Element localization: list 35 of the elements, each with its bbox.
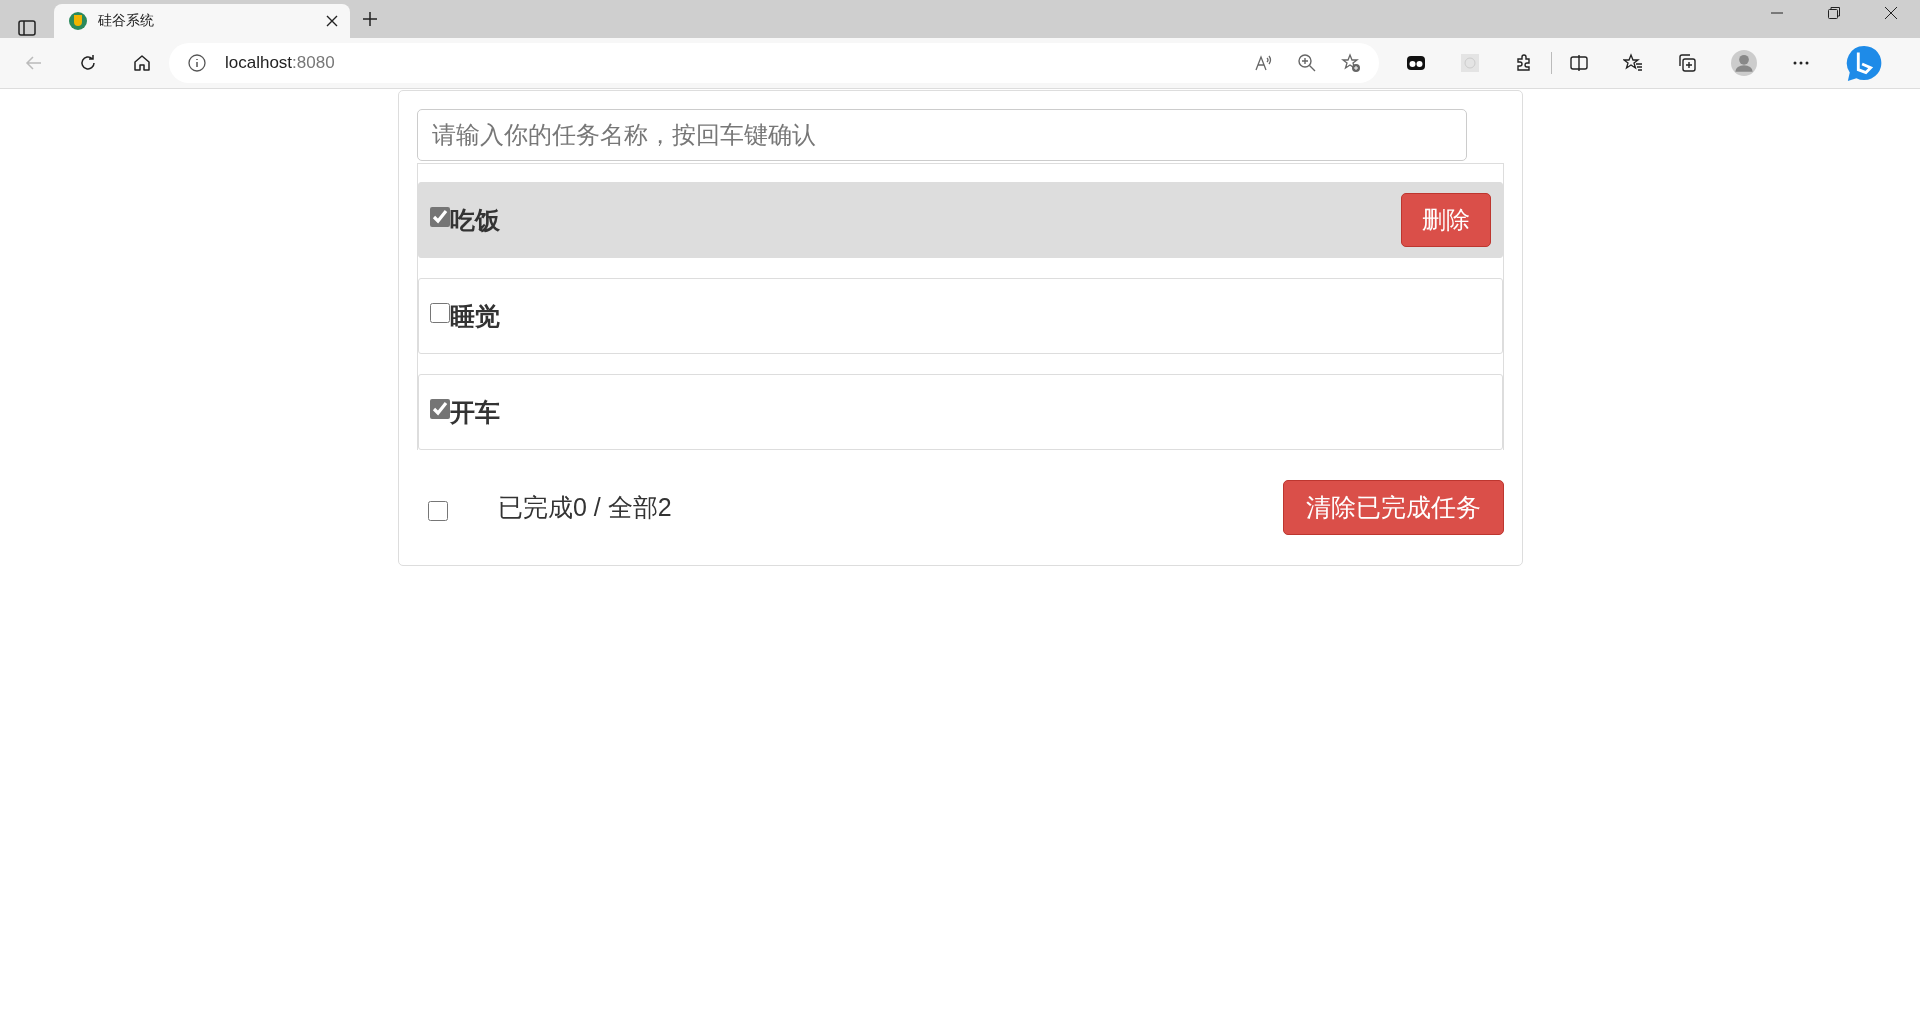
restore-icon[interactable]	[1828, 6, 1840, 19]
sidebar-icon[interactable]	[17, 18, 37, 38]
todo-title: 睡觉	[450, 300, 501, 332]
chat-bubble-icon[interactable]	[1845, 44, 1883, 82]
split-screen-icon[interactable]	[1569, 53, 1589, 73]
close-icon[interactable]	[1885, 6, 1897, 19]
browser-tab[interactable]: 硅谷系统	[54, 4, 350, 38]
refresh-icon[interactable]	[78, 53, 98, 73]
completion-summary: 已完成0 / 全部2	[498, 492, 672, 523]
favorite-add-icon[interactable]	[1341, 53, 1361, 73]
extension-icon[interactable]	[1406, 53, 1426, 73]
select-all-checkbox[interactable]	[428, 500, 448, 521]
todo-item[interactable]: 开车	[418, 374, 1503, 450]
url-text: localhost:8080	[225, 53, 335, 73]
todo-item[interactable]: 吃饭 删除	[418, 182, 1503, 258]
favorites-icon[interactable]	[1623, 53, 1643, 73]
shield-logo-icon	[68, 11, 88, 31]
address-bar[interactable]: localhost:8080	[169, 43, 1379, 83]
todo-checkbox[interactable]	[430, 399, 450, 419]
collections-icon[interactable]	[1677, 53, 1697, 73]
zoom-icon[interactable]	[1297, 53, 1317, 73]
todo-title: 开车	[450, 396, 501, 428]
delete-button[interactable]: 删除	[1401, 193, 1491, 247]
clear-completed-button[interactable]: 清除已完成任务	[1283, 480, 1504, 535]
home-icon[interactable]	[132, 53, 152, 73]
task-input-field[interactable]: 请输入你的任务名称，按回车键确认	[417, 109, 1467, 161]
profile-avatar-icon[interactable]	[1731, 50, 1757, 76]
todo-checkbox[interactable]	[430, 207, 450, 227]
todo-checkbox[interactable]	[430, 303, 450, 323]
todo-item[interactable]: 睡觉	[418, 278, 1503, 354]
close-icon[interactable]	[326, 15, 338, 27]
read-aloud-icon[interactable]	[1253, 53, 1273, 73]
todo-title: 吃饭	[450, 204, 501, 236]
info-icon[interactable]	[187, 53, 207, 73]
new-tab-icon[interactable]	[362, 11, 378, 27]
